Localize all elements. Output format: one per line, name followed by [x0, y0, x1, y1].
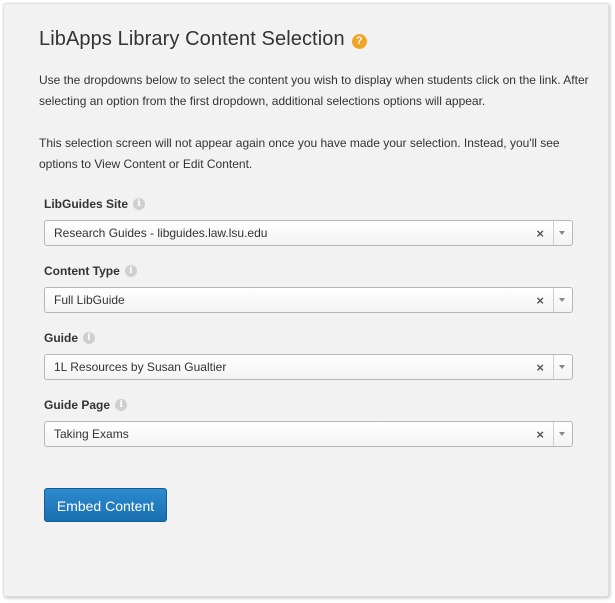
clear-icon[interactable]: × — [536, 221, 544, 246]
guide-value: 1L Resources by Susan Gualtier — [54, 360, 227, 374]
clear-icon[interactable]: × — [536, 355, 544, 380]
dropdown-arrow-button[interactable] — [553, 288, 572, 312]
page-title: LibApps Library Content Selection — [39, 28, 345, 50]
guide-select[interactable]: 1L Resources by Susan Gualtier × — [44, 354, 573, 380]
clear-icon[interactable]: × — [536, 288, 544, 313]
guide-page-value: Taking Exams — [54, 427, 129, 441]
instructions-paragraph-2: This selection screen will not appear ag… — [39, 136, 560, 171]
dropdown-arrow-button[interactable] — [553, 422, 572, 446]
chevron-down-icon — [559, 298, 565, 302]
field-content-type: Content Type i Full LibGuide × — [44, 261, 573, 313]
help-icon[interactable]: ? — [351, 33, 367, 49]
dropdown-arrow-button[interactable] — [553, 221, 572, 245]
chevron-down-icon — [559, 432, 565, 436]
content-type-label: Content Type — [44, 264, 120, 278]
content-selection-panel: LibApps Library Content Selection ? Use … — [3, 3, 609, 597]
content-type-select[interactable]: Full LibGuide × — [44, 287, 573, 313]
instructions: Use the dropdowns below to select the co… — [39, 70, 599, 175]
clear-icon[interactable]: × — [536, 422, 544, 447]
title-row: LibApps Library Content Selection ? — [39, 28, 367, 51]
info-icon[interactable]: i — [83, 332, 96, 344]
embed-content-button[interactable]: Embed Content — [44, 488, 167, 522]
chevron-down-icon — [559, 365, 565, 369]
libguides-site-label: LibGuides Site — [44, 197, 129, 211]
dropdown-arrow-button[interactable] — [553, 355, 572, 379]
guide-label: Guide — [44, 331, 79, 345]
field-guide: Guide i 1L Resources by Susan Gualtier × — [44, 328, 573, 380]
instructions-paragraph-1: Use the dropdowns below to select the co… — [39, 73, 589, 108]
chevron-down-icon — [559, 231, 565, 235]
guide-page-label: Guide Page — [44, 398, 111, 412]
field-libguides-site: LibGuides Site i Research Guides - libgu… — [44, 194, 573, 246]
field-guide-page: Guide Page i Taking Exams × — [44, 395, 573, 447]
info-icon[interactable]: i — [133, 198, 146, 210]
content-type-value: Full LibGuide — [54, 293, 125, 307]
info-icon[interactable]: i — [124, 265, 137, 277]
libguides-site-select[interactable]: Research Guides - libguides.law.lsu.edu … — [44, 220, 573, 246]
guide-page-select[interactable]: Taking Exams × — [44, 421, 573, 447]
info-icon[interactable]: i — [115, 399, 128, 411]
libguides-site-value: Research Guides - libguides.law.lsu.edu — [54, 226, 268, 240]
